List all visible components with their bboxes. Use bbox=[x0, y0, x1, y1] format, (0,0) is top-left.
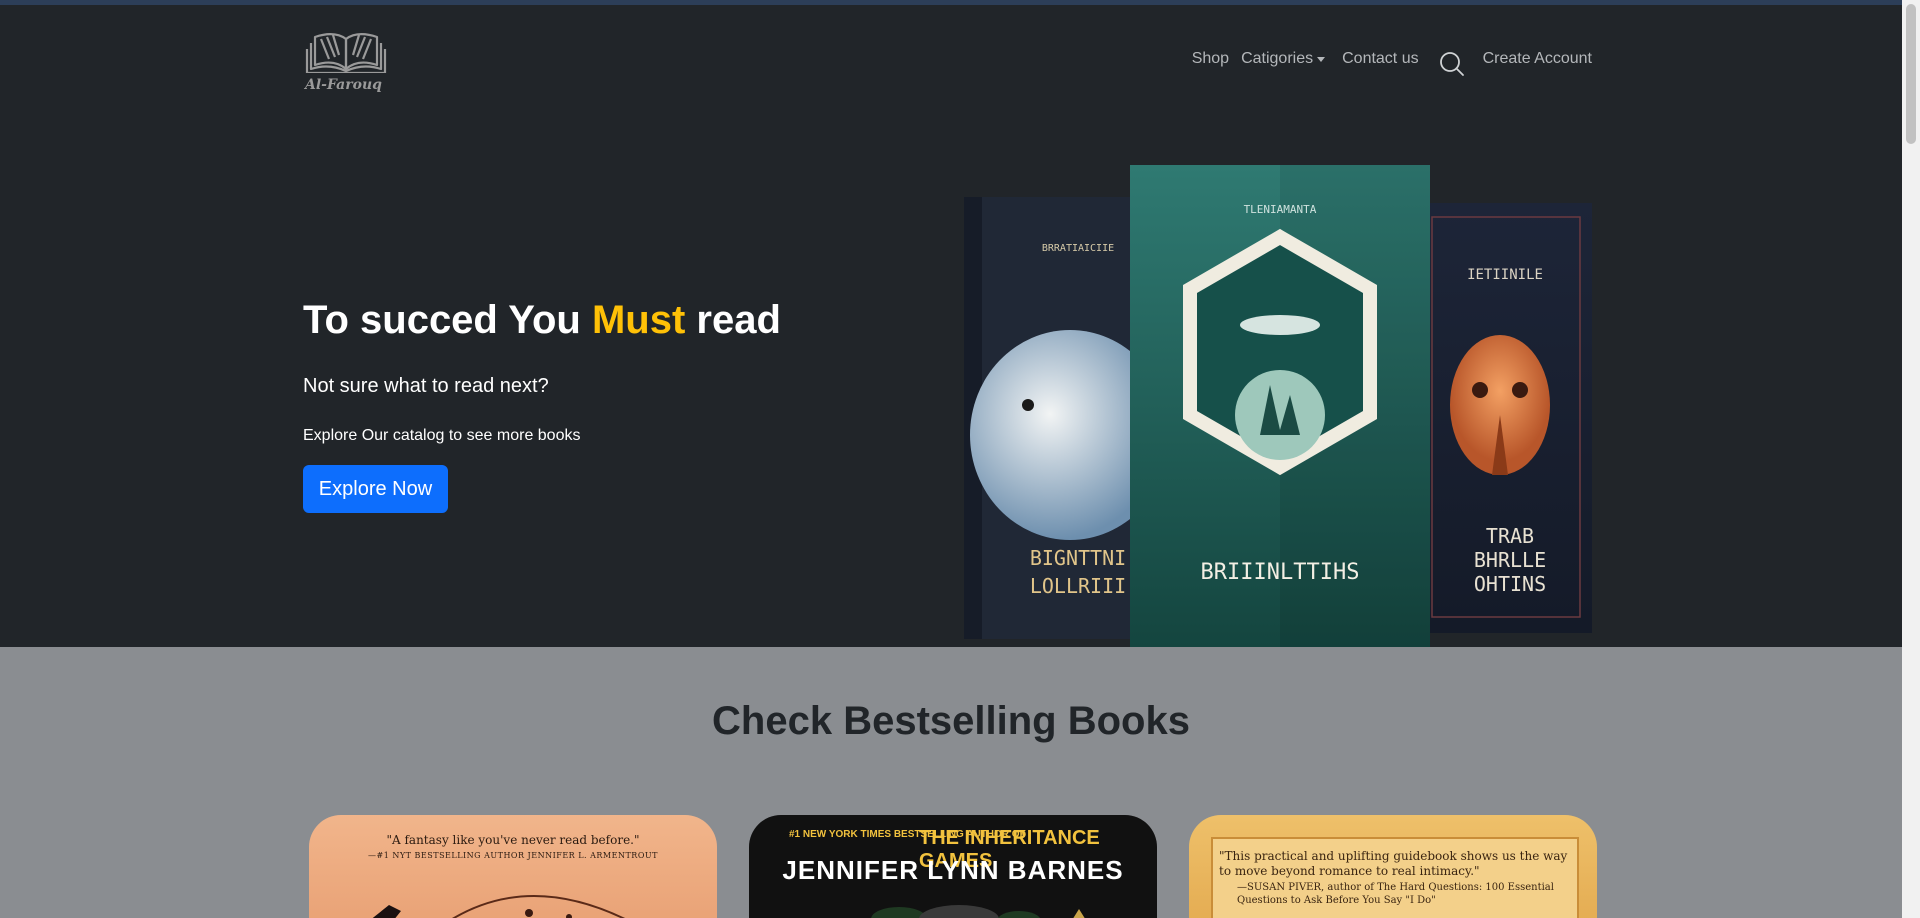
search-icon[interactable] bbox=[1439, 51, 1465, 77]
brand-name: Al-Farouq bbox=[305, 77, 382, 93]
book-left-header: BRRATIAICIIE bbox=[1042, 243, 1114, 254]
nav-contact-link[interactable]: Contact us bbox=[1342, 50, 1418, 68]
scrollbar-thumb[interactable] bbox=[1906, 4, 1916, 144]
hero-subtitle: Not sure what to read next? bbox=[303, 375, 549, 397]
book-center-title: BRIIINLTTIHS bbox=[1201, 560, 1360, 585]
book-author: JENNIFER LYNN BARNES bbox=[782, 855, 1124, 885]
bestseller-card-2[interactable]: #1 NEW YORK TIMES BESTSELLING AUTHOR OF … bbox=[749, 815, 1157, 918]
explore-now-button[interactable]: Explore Now bbox=[303, 465, 448, 513]
bestseller-card-1[interactable]: "A fantasy like you've never read before… bbox=[309, 815, 717, 918]
page: Al-Farouq Shop Catigories Contact us Cre… bbox=[0, 5, 1902, 918]
hero-title-part1: To succed You bbox=[303, 298, 592, 342]
nav-links: Shop Catigories Contact us Create Accoun… bbox=[1192, 47, 1592, 76]
hero-title-part2: read bbox=[685, 298, 781, 342]
nav-shop-link[interactable]: Shop bbox=[1192, 50, 1229, 68]
book-quote: "A fantasy like you've never read before… bbox=[386, 833, 640, 847]
book-center: TLENIAMANTA BRIIINLTTIHS bbox=[1130, 165, 1430, 647]
bestseller-card-3[interactable]: "This practical and uplifting guidebook … bbox=[1189, 815, 1597, 918]
book-quote-attribution: —SUSAN PIVER, author of The Hard Questio… bbox=[1237, 882, 1554, 906]
vertical-scrollbar[interactable] bbox=[1902, 0, 1920, 918]
hero-section: To succed You Must read Not sure what to… bbox=[0, 115, 1902, 647]
nav-categories-label: Catigories bbox=[1241, 50, 1314, 67]
open-book-icon bbox=[305, 33, 387, 73]
book-center-header: TLENIAMANTA bbox=[1244, 203, 1317, 216]
hero-title: To succed You Must read bbox=[303, 298, 781, 343]
logo[interactable]: Al-Farouq bbox=[305, 29, 395, 105]
nav-categories-dropdown[interactable]: Catigories bbox=[1241, 50, 1326, 68]
bestsellers-section: Check Bestselling Books "A fantasy like … bbox=[0, 647, 1902, 918]
navbar: Al-Farouq Shop Catigories Contact us Cre… bbox=[0, 5, 1902, 115]
book-right: IETIINILE TRAB BHRLLE OHTINS bbox=[1420, 203, 1592, 633]
book-quote-attribution: —#1 NYT BESTSELLING AUTHOR JENNIFER L. A… bbox=[368, 851, 658, 860]
book-ornament bbox=[372, 895, 625, 918]
hero-books-image: IETIINILE TRAB BHRLLE OHTINS BRRATIAICIIE … bbox=[964, 165, 1592, 647]
book-ornament bbox=[871, 905, 1085, 918]
book-right-header: IETIINILE bbox=[1467, 267, 1543, 283]
hero-title-accent: Must bbox=[591, 298, 686, 342]
nav-create-account-link[interactable]: Create Account bbox=[1483, 50, 1592, 68]
caret-down-icon bbox=[1317, 56, 1326, 62]
book-quote: "This practical and uplifting guidebook … bbox=[1219, 849, 1568, 878]
bestsellers-heading: Check Bestselling Books bbox=[712, 699, 1190, 743]
hero-text: Explore Our catalog to see more books bbox=[303, 427, 581, 444]
